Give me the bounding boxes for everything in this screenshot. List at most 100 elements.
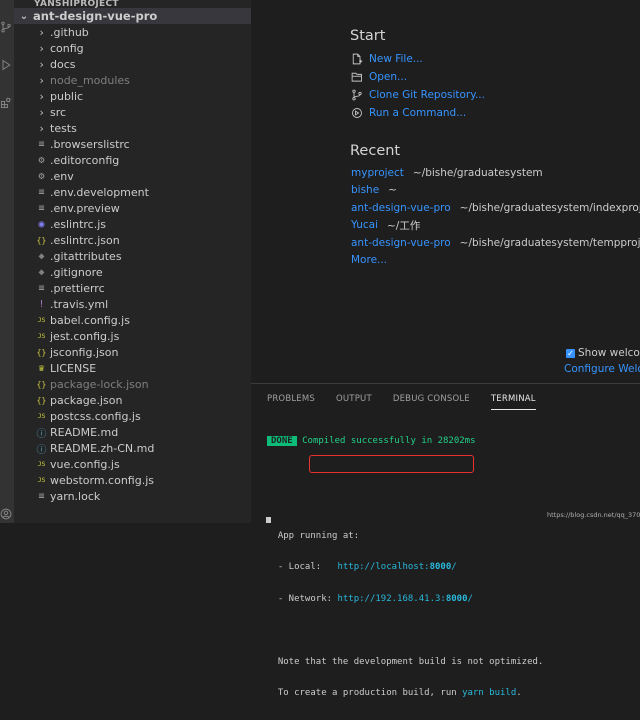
recent-item-path: ~/bishe/graduatesystem/indexproject xyxy=(459,201,640,214)
configure-welcome-link[interactable]: Configure Welcome xyxy=(564,363,640,375)
recent-item-path: ~/bishe/graduatesystem xyxy=(412,166,543,179)
panel-tab-output[interactable]: OUTPUT xyxy=(336,394,372,409)
tree-file[interactable]: {} package.json xyxy=(14,392,251,408)
recent-item-name-link[interactable]: ant-design-vue-pro xyxy=(351,237,451,249)
explorer-section-title[interactable]: YANSHIPROJECT xyxy=(14,0,251,8)
js-icon: JS xyxy=(37,476,46,484)
terminal-blank xyxy=(267,499,543,510)
show-welcome-toggle[interactable]: ✓ Show welcome xyxy=(566,347,640,359)
js-icon: JS xyxy=(37,316,46,324)
recent-item: ant-design-vue-pro ~/bishe/graduatesystem… xyxy=(350,199,640,217)
prod-suffix: . xyxy=(516,688,522,698)
json-icon: {} xyxy=(36,395,47,405)
recent-more-link[interactable]: More... xyxy=(351,252,640,268)
tree-file[interactable]: ≡ .env.preview xyxy=(14,200,251,216)
start-list: New File... Open... Clone Git Repository..… xyxy=(350,50,485,122)
compiled-message: Compiled successfully in 28202ms xyxy=(302,436,476,446)
tree-file[interactable]: JS vue.config.js xyxy=(14,456,251,472)
tree-file[interactable]: ⚙ .env xyxy=(14,168,251,184)
tree-item-label: README.md xyxy=(50,425,119,439)
tree-file[interactable]: ◆ .gitignore xyxy=(14,264,251,280)
activity-bar xyxy=(0,0,14,523)
tree-file[interactable]: {} .eslintrc.json xyxy=(14,232,251,248)
recent-item-name-link[interactable]: ant-design-vue-pro xyxy=(351,202,451,214)
tree-file[interactable]: ≡ .browserslistrc xyxy=(14,136,251,152)
tree-folder[interactable]: › src xyxy=(14,104,251,120)
tree-file[interactable]: ≡ .prettierrc xyxy=(14,280,251,296)
network-url-port: 8000 xyxy=(445,593,468,604)
panel-tab-problems[interactable]: PROBLEMS xyxy=(267,394,315,409)
tree-file[interactable]: ⓘ README.md xyxy=(14,424,251,440)
lock-icon: ≡ xyxy=(38,490,45,502)
root-folder-label: ant-design-vue-pro xyxy=(33,9,158,23)
tree-item-label: .eslintrc.js xyxy=(50,217,107,231)
lines-icon: ≡ xyxy=(38,138,45,150)
explorer-root-folder[interactable]: ⌄ ant-design-vue-pro xyxy=(14,8,251,24)
panel-tab-terminal[interactable]: TERMINAL xyxy=(490,394,536,410)
local-url-highlight-box xyxy=(309,455,474,473)
network-url-link[interactable]: http://192.168.41.3:8000/ xyxy=(337,594,472,604)
tree-folder[interactable]: › docs xyxy=(14,56,251,72)
account-icon[interactable] xyxy=(0,505,12,523)
tree-file[interactable]: ⓘ README.zh-CN.md xyxy=(14,440,251,456)
tree-file[interactable]: JS babel.config.js xyxy=(14,312,251,328)
tree-file[interactable]: JS webstorm.config.js xyxy=(14,472,251,488)
tree-item-label: .gitignore xyxy=(50,265,103,279)
run-debug-icon[interactable] xyxy=(0,56,12,74)
network-url-slash: / xyxy=(467,593,473,604)
prod-prefix: To create a production build, run xyxy=(277,688,463,698)
tree-file[interactable]: ◆ .gitattributes xyxy=(14,248,251,264)
start-item[interactable]: Run a Command... xyxy=(350,104,485,122)
local-url-host: http://localhost: xyxy=(337,562,430,572)
lines-icon: ≡ xyxy=(38,186,45,198)
start-item[interactable]: New File... xyxy=(350,50,485,68)
tree-item-label: .env.preview xyxy=(50,201,120,215)
source-control-icon[interactable] xyxy=(0,18,12,36)
tree-file[interactable]: ⚙ .editorconfig xyxy=(14,152,251,168)
js-icon: JS xyxy=(37,460,46,468)
tree-item-label: docs xyxy=(50,57,76,71)
tree-item-label: .eslintrc.json xyxy=(50,233,120,247)
start-item-label: Open... xyxy=(369,71,408,83)
tree-item-label: package.json xyxy=(50,393,123,407)
panel-tab-debug-console[interactable]: DEBUG CONSOLE xyxy=(393,394,470,409)
local-url-link[interactable]: http://localhost:8000/ xyxy=(337,562,456,572)
tree-folder[interactable]: › public xyxy=(14,88,251,104)
tree-item-label: postcss.config.js xyxy=(50,409,141,423)
tree-file[interactable]: JS postcss.config.js xyxy=(14,408,251,424)
start-item-label: Run a Command... xyxy=(369,107,467,119)
tree-file[interactable]: ! .travis.yml xyxy=(14,296,251,312)
tree-file[interactable]: ≡ yarn.lock xyxy=(14,488,251,504)
json-icon: {} xyxy=(36,379,47,389)
app-running-text: App running at: xyxy=(277,530,360,541)
start-item-label: New File... xyxy=(369,53,423,65)
recent-item-name-link[interactable]: myproject xyxy=(351,167,404,179)
recent-item-name-link[interactable]: Yucai xyxy=(351,219,378,231)
tree-file[interactable]: {} jsconfig.json xyxy=(14,344,251,360)
tree-item-label: .gitattributes xyxy=(50,249,122,263)
chevron-right-icon: › xyxy=(38,57,45,71)
recent-item-name-link[interactable]: bishe xyxy=(351,184,379,196)
markdown-icon: ⓘ xyxy=(36,428,47,440)
tree-folder[interactable]: › .github xyxy=(14,24,251,40)
recent-item: bishe ~ xyxy=(350,182,640,200)
tree-folder[interactable]: › config xyxy=(14,40,251,56)
git-icon: ◆ xyxy=(38,266,45,278)
tree-file[interactable]: ≡ .env.development xyxy=(14,184,251,200)
welcome-recent-section: Recent myproject ~/bishe/graduatesystem bi… xyxy=(350,141,640,268)
extensions-icon[interactable] xyxy=(0,94,12,112)
show-welcome-checkbox[interactable]: ✓ xyxy=(566,348,575,358)
tree-item-label: .travis.yml xyxy=(50,297,109,311)
tree-folder[interactable]: › tests xyxy=(14,120,251,136)
recent-item-path: ~ xyxy=(388,184,397,197)
start-item[interactable]: Open... xyxy=(350,68,485,86)
terminal-line-local: - Local: http://localhost:8000/ xyxy=(267,562,543,573)
tree-file[interactable]: {} package-lock.json xyxy=(14,376,251,392)
tree-file[interactable]: JS jest.config.js xyxy=(14,328,251,344)
start-item[interactable]: Clone Git Repository... xyxy=(350,86,485,104)
tree-folder[interactable]: › node_modules xyxy=(14,72,251,88)
chevron-right-icon: › xyxy=(38,73,45,87)
tree-file[interactable]: ◉ .eslintrc.js xyxy=(14,216,251,232)
tree-item-label: webstorm.config.js xyxy=(50,473,155,487)
tree-file[interactable]: ♛ LICENSE xyxy=(14,360,251,376)
